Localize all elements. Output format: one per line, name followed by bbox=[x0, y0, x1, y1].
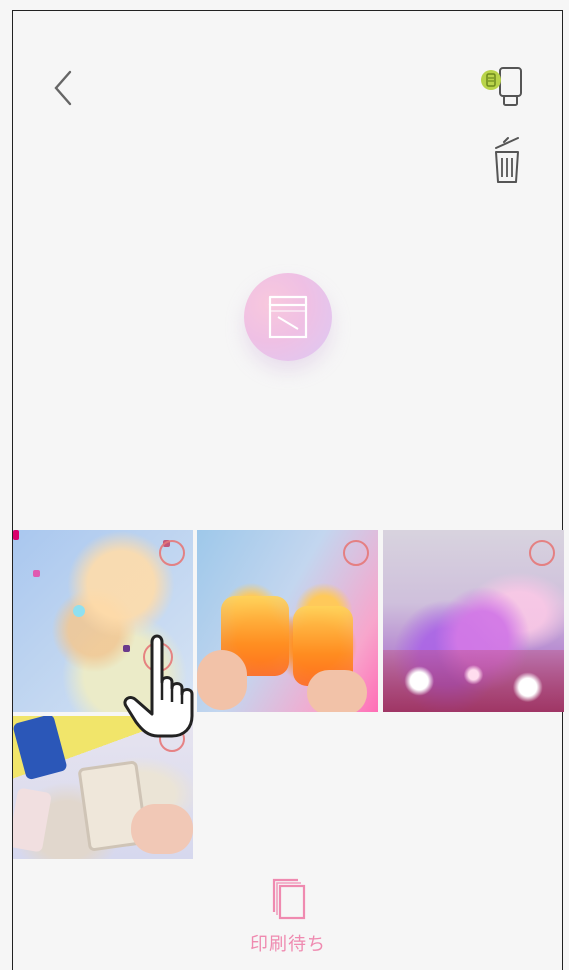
nails-hand bbox=[131, 804, 193, 854]
gallery-photo-1[interactable] bbox=[13, 530, 193, 712]
selection-ring-icon[interactable] bbox=[159, 540, 185, 566]
print-queue-button[interactable] bbox=[268, 874, 308, 922]
confetti-decoration bbox=[123, 645, 130, 652]
print-button[interactable] bbox=[244, 273, 332, 361]
selection-ring-icon[interactable] bbox=[343, 540, 369, 566]
selection-ring-icon bbox=[143, 642, 173, 672]
print-icon bbox=[268, 295, 308, 339]
gallery-photo-3[interactable] bbox=[383, 530, 564, 712]
delete-button[interactable] bbox=[490, 134, 524, 186]
printer-status-icon bbox=[481, 67, 522, 106]
chevron-left-icon bbox=[54, 70, 72, 106]
gallery-photo-4[interactable] bbox=[13, 716, 193, 859]
back-button[interactable] bbox=[48, 68, 80, 108]
trash-icon bbox=[495, 137, 519, 183]
confetti-decoration bbox=[13, 530, 19, 540]
selection-ring-icon[interactable] bbox=[159, 726, 185, 752]
hand-left bbox=[197, 650, 247, 710]
confetti-decoration bbox=[33, 570, 40, 577]
confetti-decoration bbox=[73, 605, 85, 617]
printer-status-button[interactable] bbox=[480, 66, 526, 110]
hand-right bbox=[307, 670, 367, 712]
gallery-photo-2[interactable] bbox=[197, 530, 378, 712]
print-queue-icon bbox=[272, 878, 306, 920]
letter-block-blue bbox=[13, 716, 68, 781]
selection-ring-icon[interactable] bbox=[529, 540, 555, 566]
print-queue-label[interactable]: 印刷待ち bbox=[230, 930, 346, 956]
letter-block-t bbox=[13, 787, 52, 853]
glitter-bokeh bbox=[383, 650, 564, 712]
